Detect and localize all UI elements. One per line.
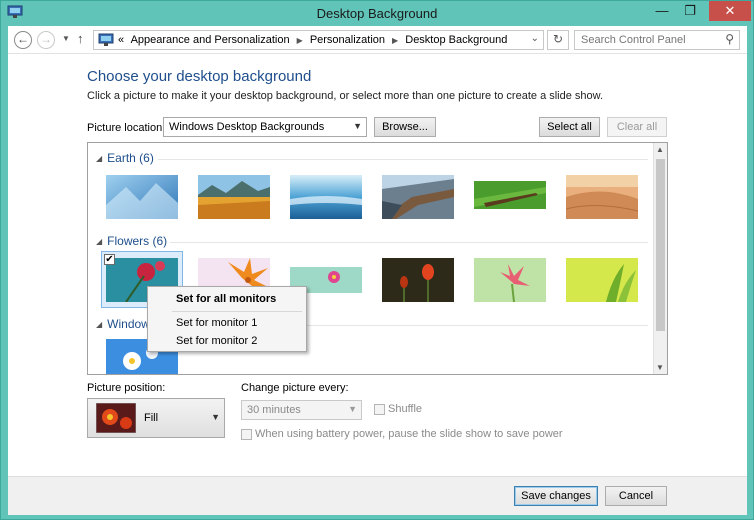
desktop-background-window: Desktop Background — ❐ ✕ ← → ▼ ↑ « Appea…	[0, 0, 754, 520]
browse-button[interactable]: Browse...	[374, 117, 436, 137]
menu-item-set-monitor-2[interactable]: Set for monitor 2	[176, 335, 257, 347]
scrollbar-thumb[interactable]	[656, 159, 665, 331]
earth-thumbnail-2[interactable]	[198, 175, 270, 219]
collapse-triangle-icon[interactable]: ◢	[96, 154, 102, 163]
scroll-down-icon[interactable]: ▼	[656, 363, 664, 372]
maximize-button[interactable]: ❐	[677, 1, 703, 21]
shuffle-label: Shuffle	[388, 403, 423, 415]
up-arrow-icon[interactable]: ↑	[77, 31, 84, 46]
close-button[interactable]: ✕	[709, 1, 751, 21]
chevron-down-icon: ▼	[211, 412, 220, 422]
battery-pause-checkbox[interactable]	[241, 429, 252, 440]
flowers-thumbnail-4[interactable]	[382, 258, 454, 302]
picture-position-select[interactable]: Fill ▼	[87, 398, 225, 438]
forward-arrow-icon[interactable]: →	[37, 31, 55, 49]
clear-all-button[interactable]: Clear all	[607, 117, 667, 137]
navigation-bar: ← → ▼ ↑ « Appearance and Personalization…	[8, 26, 747, 54]
breadcrumb-overflow[interactable]: «	[118, 34, 124, 46]
interval-select[interactable]: 30 minutes ▼	[241, 400, 362, 420]
battery-pause-label: When using battery power, pause the slid…	[255, 428, 563, 440]
picture-position-value: Fill	[144, 412, 159, 424]
flowers-thumbnail-6[interactable]	[566, 258, 638, 302]
menu-item-set-monitor-1[interactable]: Set for monitor 1	[176, 317, 257, 329]
group-header-flowers[interactable]: ◢ Flowers (6)	[96, 234, 167, 248]
change-picture-label: Change picture every:	[241, 382, 349, 394]
earth-thumbnail-5[interactable]	[474, 181, 546, 209]
breadcrumb-appearance[interactable]: Appearance and Personalization	[131, 34, 290, 46]
position-preview-thumbnail	[96, 403, 136, 433]
chevron-down-icon: ▼	[348, 404, 357, 414]
window-title: Desktop Background	[316, 6, 438, 21]
earth-thumbnail-4[interactable]	[382, 175, 454, 219]
cancel-button[interactable]: Cancel	[605, 486, 667, 506]
page-instructions: Click a picture to make it your desktop …	[87, 90, 604, 102]
gallery-scrollbar[interactable]: ▲ ▼	[653, 143, 667, 374]
picture-location-label: Picture location:	[87, 122, 166, 134]
picture-location-select[interactable]: Windows Desktop Backgrounds ▼	[163, 117, 367, 137]
search-input[interactable]	[575, 31, 715, 49]
breadcrumb-desktop-background[interactable]: Desktop Background	[405, 34, 507, 46]
breadcrumb: « Appearance and Personalization ▶ Person…	[118, 34, 511, 46]
back-arrow-icon[interactable]: ←	[14, 31, 32, 49]
flowers-thumbnail-5[interactable]	[474, 258, 546, 302]
earth-thumbnail-3[interactable]	[290, 175, 362, 219]
monitor-context-menu: Set for all monitors Set for monitor 1 S…	[147, 286, 307, 352]
address-bar[interactable]: « Appearance and Personalization ▶ Person…	[93, 30, 544, 50]
client-area: ← → ▼ ↑ « Appearance and Personalization…	[8, 26, 747, 515]
control-panel-icon	[98, 33, 114, 46]
breadcrumb-separator-icon[interactable]: ▶	[392, 36, 398, 45]
footer-bar: Save changes Cancel	[8, 476, 747, 515]
search-box[interactable]: ⚲	[574, 30, 740, 50]
chevron-down-icon: ▼	[353, 121, 362, 131]
menu-separator	[172, 311, 302, 312]
save-changes-button[interactable]: Save changes	[514, 486, 598, 506]
flowers-thumbnail-1-checkbox[interactable]: ✔	[104, 254, 115, 265]
shuffle-checkbox[interactable]	[374, 404, 385, 415]
group-divider	[170, 242, 648, 243]
collapse-triangle-icon[interactable]: ◢	[96, 237, 102, 246]
address-dropdown-chevron-icon[interactable]: ⌄	[531, 33, 539, 44]
scroll-up-icon[interactable]: ▲	[656, 145, 664, 154]
breadcrumb-separator-icon[interactable]: ▶	[297, 36, 303, 45]
picture-location-value: Windows Desktop Backgrounds	[169, 121, 325, 133]
interval-value: 30 minutes	[247, 404, 301, 416]
recent-locations-chevron-icon[interactable]: ▼	[62, 34, 70, 43]
earth-thumbnail-1[interactable]	[106, 175, 178, 219]
select-all-button[interactable]: Select all	[539, 117, 600, 137]
collapse-triangle-icon[interactable]: ◢	[96, 320, 102, 329]
group-header-earth[interactable]: ◢ Earth (6)	[96, 151, 154, 165]
search-icon[interactable]: ⚲	[725, 32, 734, 46]
group-label: Flowers (6)	[107, 234, 168, 248]
group-divider	[158, 159, 648, 160]
title-bar[interactable]: Desktop Background — ❐ ✕	[1, 1, 753, 25]
picture-position-label: Picture position:	[87, 382, 166, 394]
group-label: Earth (6)	[107, 151, 154, 165]
minimize-button[interactable]: —	[649, 1, 675, 21]
refresh-icon[interactable]: ↻	[547, 30, 569, 50]
breadcrumb-personalization[interactable]: Personalization	[310, 34, 385, 46]
page-title: Choose your desktop background	[87, 68, 312, 85]
menu-item-set-all-monitors[interactable]: Set for all monitors	[176, 293, 276, 305]
earth-thumbnail-6[interactable]	[566, 175, 638, 219]
